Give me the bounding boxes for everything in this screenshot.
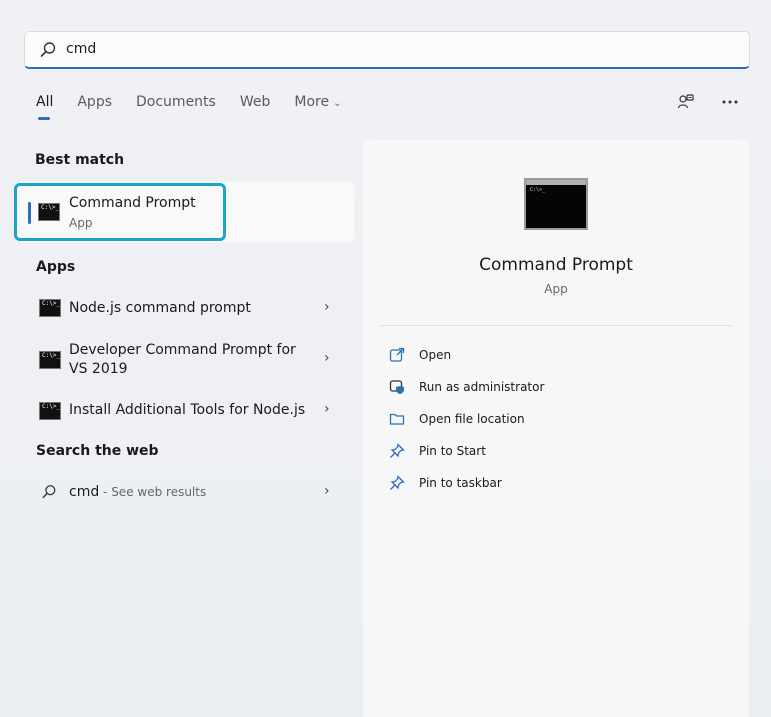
open-file-location-action[interactable]: Open file location (389, 409, 525, 429)
pin-icon (389, 475, 405, 491)
cmd-app-icon: C:\>_ (39, 299, 61, 317)
chevron-right-icon[interactable]: › (324, 350, 330, 366)
run-as-admin-action[interactable]: Run as administrator (389, 377, 544, 397)
search-icon (40, 42, 56, 57)
web-suffix: - See web results (99, 485, 207, 499)
cmd-app-icon: C:\>_ (39, 402, 61, 420)
share-icon (677, 94, 694, 109)
app-item-label: Install Additional Tools for Node.js (69, 402, 306, 418)
app-item-label: Node.js command prompt (69, 300, 251, 316)
selection-indicator (28, 202, 31, 224)
search-box[interactable]: cmd (24, 31, 750, 69)
share-button[interactable] (675, 92, 697, 112)
chevron-down-icon: ⌄ (333, 98, 342, 109)
tab-more[interactable]: More ⌄ (294, 94, 341, 116)
app-item-label-line2: VS 2019 (69, 361, 128, 377)
more-options-button[interactable] (719, 92, 741, 112)
pin-to-start-action[interactable]: Pin to Start (389, 441, 486, 461)
tab-documents[interactable]: Documents (136, 94, 216, 116)
tab-web[interactable]: Web (240, 94, 271, 116)
tab-apps[interactable]: Apps (77, 94, 112, 116)
detail-title: Command Prompt (479, 255, 633, 275)
more-icon (722, 100, 738, 104)
search-input[interactable]: cmd (66, 41, 96, 57)
pin-to-start-label: Pin to Start (419, 444, 486, 458)
search-icon (42, 485, 56, 499)
tab-more-label: More (294, 94, 330, 110)
detail-panel: C:\>_ Command Prompt App Open Run as adm… (363, 140, 749, 717)
cmd-app-icon: C:\>_ (39, 351, 61, 369)
pin-icon (389, 443, 405, 459)
app-item-label: Developer Command Prompt for (69, 342, 296, 358)
best-match-heading: Best match (35, 152, 125, 168)
web-query: cmd (69, 484, 100, 500)
open-icon (389, 347, 405, 363)
apps-heading: Apps (36, 259, 76, 275)
best-match-title: Command Prompt (69, 195, 196, 211)
best-match-subtitle: App (69, 216, 93, 230)
open-action[interactable]: Open (389, 345, 451, 365)
cmd-app-icon: C:\>_ (38, 203, 60, 221)
open-file-location-label: Open file location (419, 412, 525, 426)
shield-icon (389, 379, 405, 395)
tab-all[interactable]: All (36, 94, 53, 120)
top-right-actions (675, 92, 741, 112)
cmd-app-large-icon: C:\>_ (524, 178, 588, 230)
folder-icon (389, 411, 405, 427)
run-as-admin-label: Run as administrator (419, 380, 545, 394)
search-web-heading: Search the web (36, 443, 159, 459)
filter-tabs: All Apps Documents Web More ⌄ (36, 94, 365, 120)
chevron-right-icon[interactable]: › (324, 483, 330, 499)
pin-to-taskbar-label: Pin to taskbar (419, 476, 502, 490)
open-label: Open (419, 348, 452, 362)
divider (379, 325, 733, 326)
detail-subtitle: App (544, 282, 568, 296)
web-search-query: cmd - See web results (69, 484, 206, 500)
chevron-right-icon[interactable]: › (324, 299, 330, 315)
chevron-right-icon[interactable]: › (324, 401, 330, 417)
best-match-item[interactable]: C:\>_ Command Prompt App (16, 182, 354, 243)
pin-to-taskbar-action[interactable]: Pin to taskbar (389, 473, 502, 493)
